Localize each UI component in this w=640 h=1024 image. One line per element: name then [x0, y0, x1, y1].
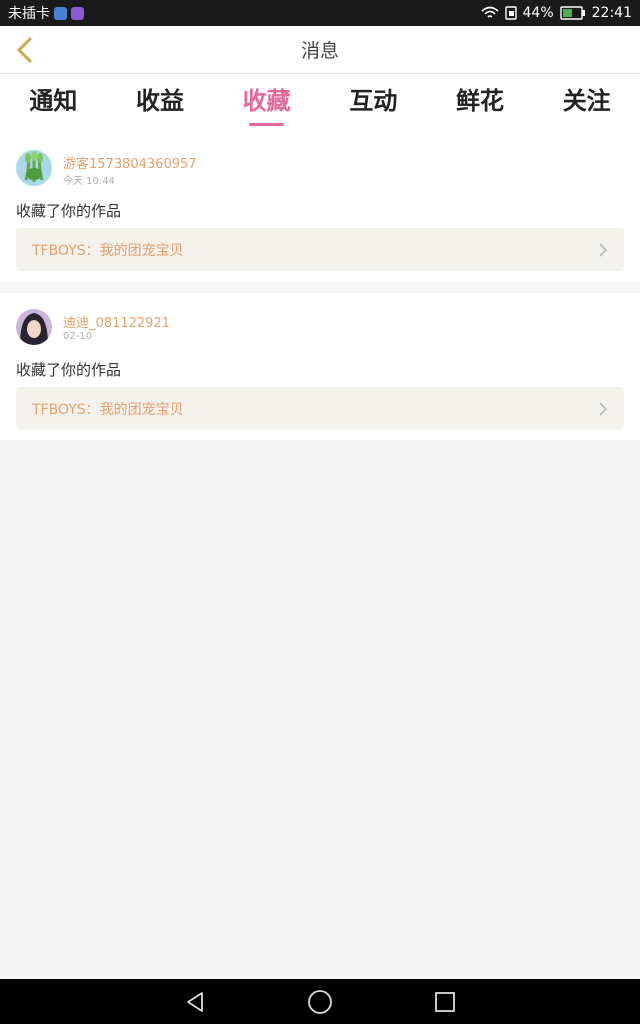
system-nav-bar	[0, 979, 640, 1024]
status-left: 未插卡	[8, 3, 481, 23]
message-card: 迪迪_081122921 02-10 收藏了你的作品 TFBOYS：我的团宠宝贝	[0, 293, 640, 440]
app-notification-icon	[54, 6, 67, 20]
tab-label: 关注	[562, 87, 611, 115]
tab-label: 互动	[349, 87, 398, 115]
tab-label: 收益	[136, 87, 184, 115]
battery-icon	[559, 6, 585, 20]
carrier-text: 未插卡	[8, 6, 50, 22]
status-right: 44% 22:41	[480, 5, 632, 21]
timestamp: 今天 10:44	[63, 176, 115, 187]
tab-earnings[interactable]: 收益	[107, 74, 214, 134]
work-title: TFBOYS：我的团宠宝贝	[32, 242, 184, 259]
tab-favorites[interactable]: 收藏	[213, 74, 320, 134]
username[interactable]: 迪迪_081122921	[63, 312, 170, 331]
tab-flowers[interactable]: 鲜花	[427, 74, 534, 134]
tab-notifications[interactable]: 通知	[0, 74, 107, 134]
message-card: 游客1573804360957 今天 10:44 收藏了你的作品 TFBOYS：…	[0, 134, 640, 282]
sim-icon	[504, 6, 517, 20]
wifi-icon	[480, 6, 499, 18]
username[interactable]: 游客1573804360957	[63, 153, 197, 172]
home-circle-icon[interactable]	[307, 989, 333, 1015]
avatar[interactable]	[16, 309, 52, 345]
back-triangle-icon[interactable]	[183, 990, 207, 1014]
work-title: TFBOYS：我的团宠宝贝	[32, 401, 184, 418]
app-notification-icon-2	[71, 6, 84, 20]
action-text: 收藏了你的作品	[16, 202, 122, 220]
page-title: 消息	[300, 40, 339, 62]
status-bar: 未插卡 44% 22:41	[0, 0, 640, 26]
work-link[interactable]: TFBOYS：我的团宠宝贝	[16, 228, 624, 271]
tab-bar: 通知 收益 收藏 互动 鲜花 关注	[0, 74, 640, 134]
recents-square-icon[interactable]	[433, 990, 457, 1014]
tab-interactions[interactable]: 互动	[320, 74, 427, 134]
timestamp: 02-10	[63, 331, 93, 342]
chevron-right-icon	[599, 242, 608, 257]
page-header: 消息	[0, 26, 640, 74]
avatar[interactable]	[16, 150, 52, 186]
tab-label: 通知	[29, 87, 78, 115]
avatar-flower-image	[16, 150, 52, 186]
chevron-right-icon	[599, 401, 608, 416]
work-link[interactable]: TFBOYS：我的团宠宝贝	[16, 387, 624, 430]
tab-follows[interactable]: 关注	[533, 74, 640, 134]
avatar-person-image	[16, 309, 52, 345]
tab-label: 鲜花	[456, 87, 505, 115]
battery-percent: 44%	[522, 5, 554, 21]
action-text: 收藏了你的作品	[16, 361, 122, 379]
tab-label: 收藏	[242, 87, 291, 115]
tab-active-indicator	[249, 123, 285, 126]
chevron-left-icon	[17, 37, 32, 63]
clock: 22:41	[591, 5, 632, 21]
back-button[interactable]	[6, 32, 42, 68]
